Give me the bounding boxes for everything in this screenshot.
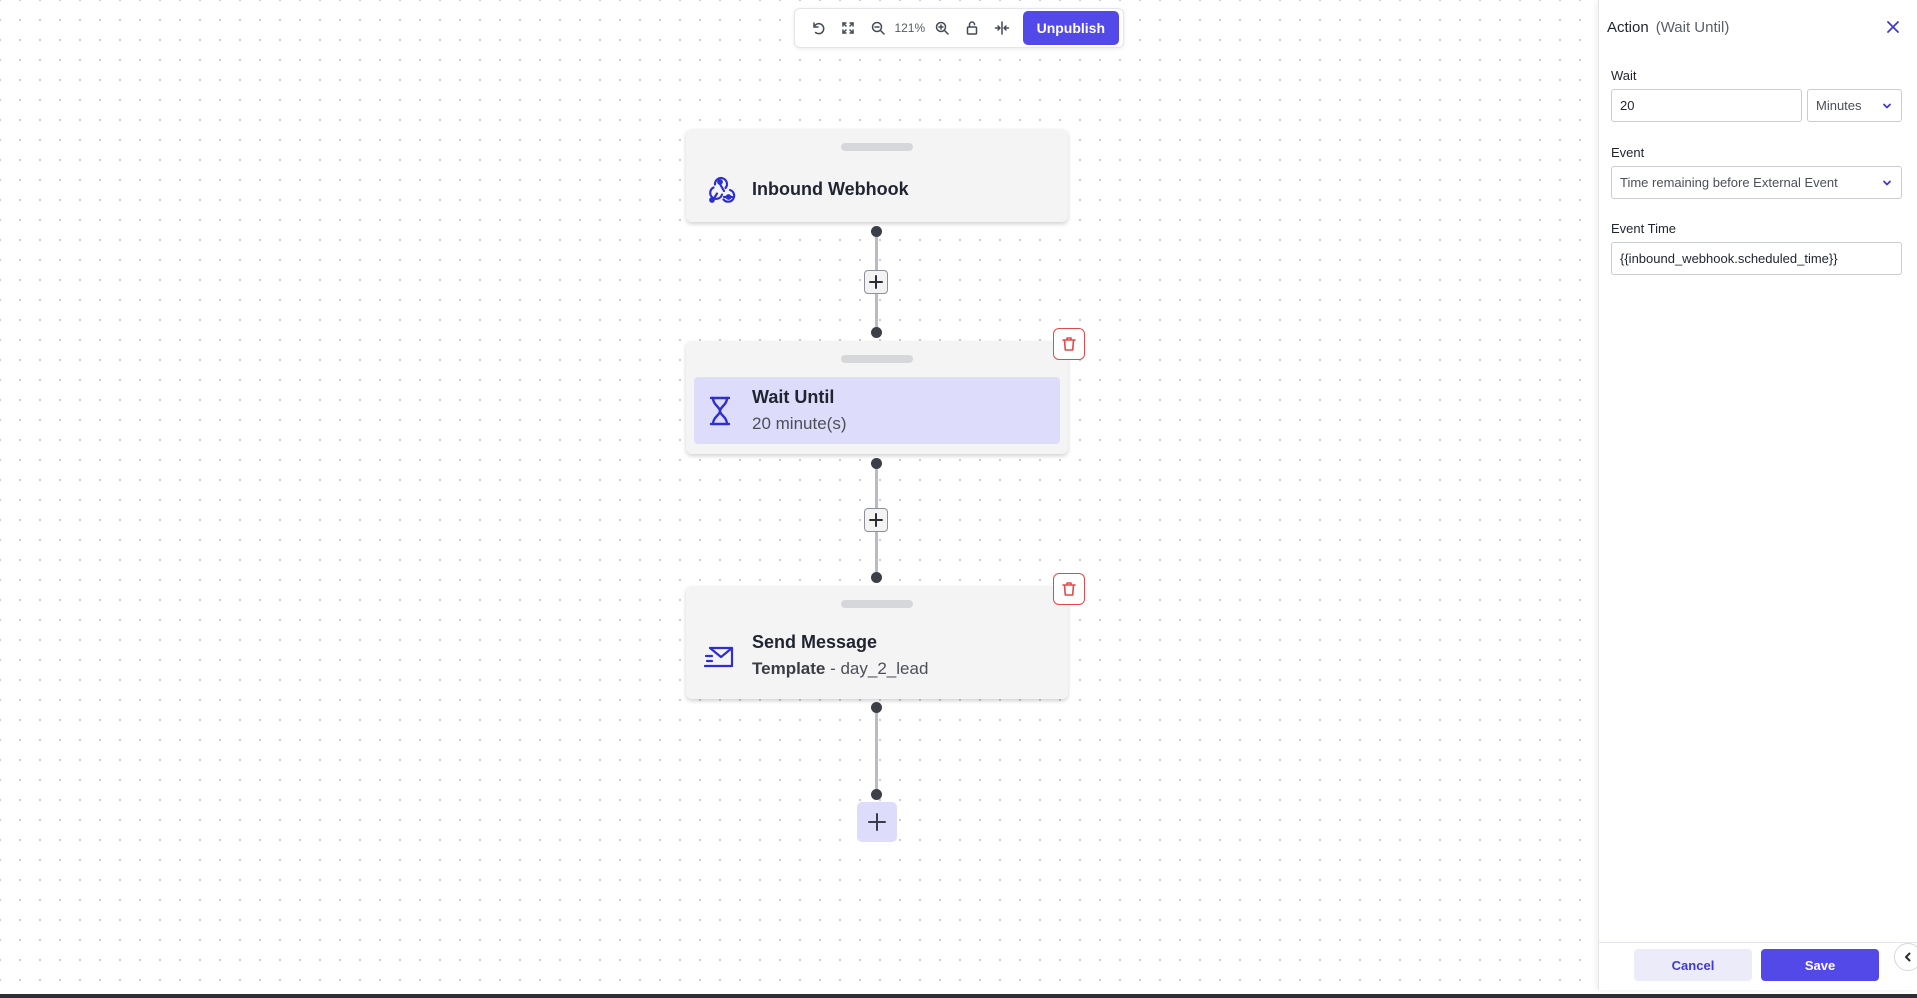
connector-dot (871, 789, 882, 800)
auto-layout-button[interactable] (989, 13, 1015, 43)
trash-icon (1062, 337, 1076, 351)
connector-dot (871, 458, 882, 469)
node-title: Inbound Webhook (752, 178, 909, 199)
lock-button[interactable] (959, 13, 985, 43)
drag-handle[interactable] (841, 143, 913, 151)
connector-dot (871, 226, 882, 237)
event-time-input[interactable]: {{inbound_webhook.scheduled_time}} (1611, 242, 1902, 275)
canvas-toolbar: 121% Unpublish (794, 8, 1124, 48)
split-horizontal-icon (994, 21, 1009, 35)
unlock-icon (966, 21, 978, 35)
event-label: Event (1611, 145, 1645, 160)
node-subtitle: 20 minute(s) (752, 414, 847, 433)
node-title: Wait Until (752, 387, 835, 407)
delete-node-button[interactable] (1053, 573, 1085, 605)
undo-icon (813, 22, 825, 35)
add-step-button[interactable] (864, 270, 888, 294)
panel-header: Action (Wait Until) (1607, 17, 1907, 37)
chevron-down-icon (1883, 103, 1891, 108)
close-panel-button[interactable] (1883, 17, 1903, 37)
zoom-in-icon (935, 21, 949, 35)
collapse-panel-button[interactable] (1894, 943, 1917, 971)
node-subtitle: Template - day_2_lead (752, 659, 928, 679)
panel-subtitle: (Wait Until) (1655, 18, 1730, 36)
connector-dot (871, 702, 882, 713)
connector-line (875, 707, 878, 795)
wait-label: Wait (1611, 68, 1637, 83)
node-title: Send Message (752, 632, 878, 652)
connector-dot (871, 327, 882, 338)
flow-node-wait-until[interactable]: Wait Until 20 minute(s) (686, 341, 1068, 454)
wait-unit-value: Minutes (1816, 98, 1862, 113)
panel-footer: Cancel Save (1599, 942, 1917, 990)
event-select[interactable]: Time remaining before External Event (1611, 166, 1902, 199)
chevron-down-icon (1883, 180, 1891, 185)
panel-title: Action (1607, 18, 1649, 36)
drag-handle[interactable] (841, 355, 913, 363)
undo-button[interactable] (805, 13, 831, 43)
event-value: Time remaining before External Event (1620, 175, 1838, 190)
chevron-left-icon (1905, 952, 1911, 962)
zoom-in-button[interactable] (929, 13, 955, 43)
flow-node-inbound-webhook[interactable]: Inbound Webhook (686, 129, 1068, 222)
zoom-out-icon (871, 21, 885, 35)
drag-handle[interactable] (841, 600, 913, 608)
plus-icon (869, 275, 883, 289)
node-content[interactable]: Inbound Webhook (694, 167, 1060, 211)
zoom-level: 121% (894, 21, 926, 35)
fit-view-button[interactable] (835, 13, 861, 43)
add-final-step-button[interactable] (857, 802, 897, 842)
zoom-out-button[interactable] (865, 13, 891, 43)
hourglass-icon (702, 393, 738, 429)
send-message-icon (702, 638, 738, 674)
wait-value-input[interactable]: 20 (1611, 89, 1802, 122)
add-step-button[interactable] (864, 508, 888, 532)
plus-icon (869, 513, 883, 527)
plus-icon (868, 813, 886, 831)
save-button[interactable]: Save (1761, 949, 1879, 981)
webhook-icon (702, 171, 738, 207)
trash-icon (1062, 582, 1076, 596)
fullscreen-icon (841, 22, 854, 34)
node-content[interactable]: Send Message Template - day_2_lead (694, 622, 1060, 689)
connector-dot (871, 572, 882, 583)
template-label: Template (752, 659, 826, 678)
wait-unit-select[interactable]: Minutes (1807, 89, 1902, 122)
unpublish-button[interactable]: Unpublish (1022, 11, 1120, 45)
action-settings-panel: Action (Wait Until) Wait 20 Minutes Even… (1598, 0, 1917, 990)
flow-node-send-message[interactable]: Send Message Template - day_2_lead (686, 586, 1068, 699)
delete-node-button[interactable] (1053, 328, 1085, 360)
close-icon (1887, 21, 1899, 33)
event-time-label: Event Time (1611, 221, 1677, 236)
cancel-button[interactable]: Cancel (1634, 949, 1752, 981)
bottom-bar (0, 994, 1917, 998)
template-name: - day_2_lead (825, 659, 929, 678)
node-content[interactable]: Wait Until 20 minute(s) (694, 377, 1060, 444)
